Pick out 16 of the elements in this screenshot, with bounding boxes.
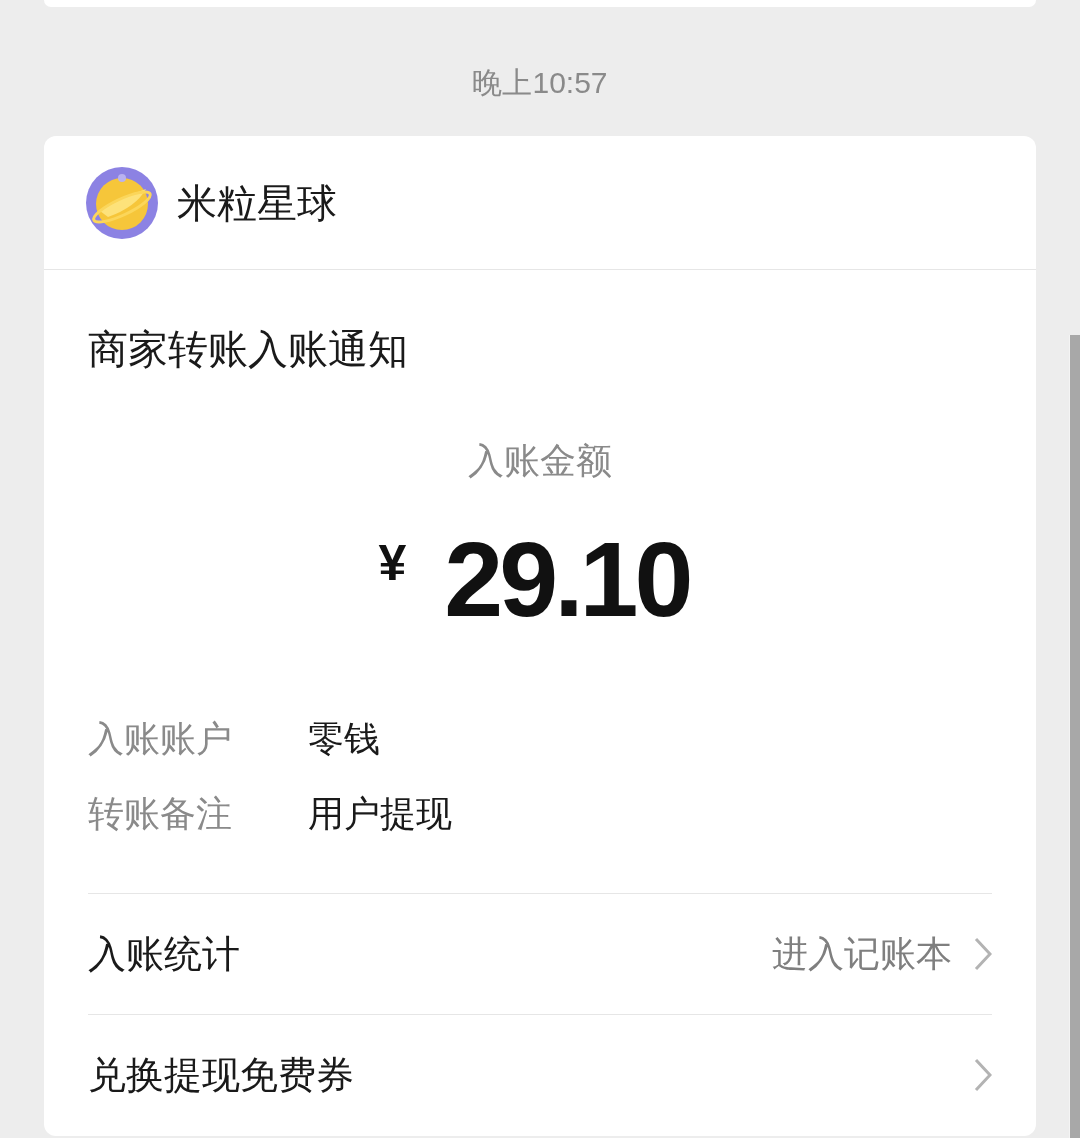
detail-value: 用户提现	[308, 791, 452, 836]
planet-logo-icon	[86, 166, 158, 239]
detail-value: 零钱	[308, 716, 380, 761]
amount-label: 入账金额	[468, 439, 612, 483]
notification-title: 商家转账入账通知	[88, 326, 408, 373]
detail-label: 转账备注	[88, 791, 233, 836]
app-name: 米粒星球	[177, 179, 337, 227]
menu-item[interactable]: 兑换提现免费券	[88, 1048, 354, 1101]
amount-value: 29.10	[444, 519, 690, 639]
menu-item[interactable]: 入账统计	[88, 928, 240, 980]
chevron-right-icon[interactable]	[974, 937, 992, 971]
chevron-right-icon[interactable]	[974, 1057, 992, 1092]
ledger-link[interactable]: 进入记账本	[772, 929, 952, 979]
message-time: 晚上10:57	[472, 65, 608, 101]
detail-label: 入账账户	[88, 716, 233, 761]
currency-symbol: ¥	[378, 534, 407, 593]
